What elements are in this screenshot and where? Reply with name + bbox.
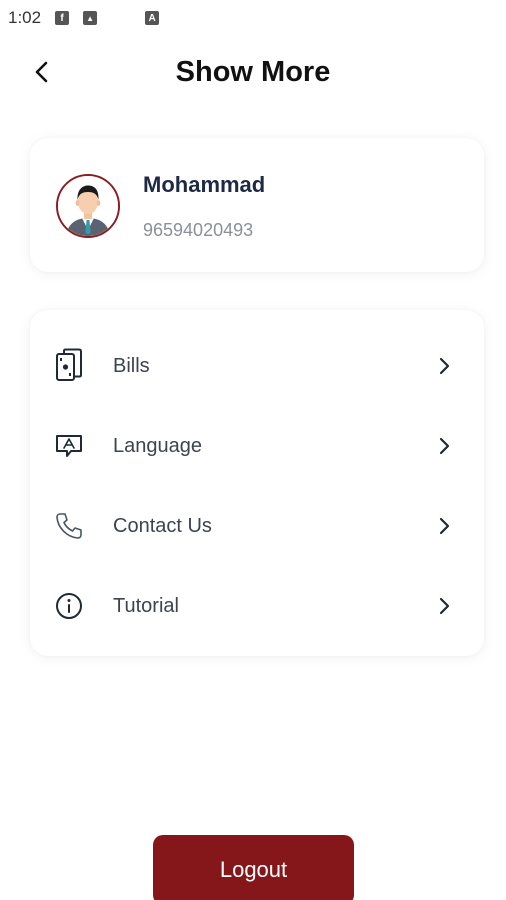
logout-label: Logout <box>219 857 288 882</box>
a-box-icon: A <box>145 11 160 25</box>
phone-icon <box>52 509 86 543</box>
facebook-icon: f <box>55 11 70 25</box>
user-avatar-icon <box>58 176 118 236</box>
menu-item-bills[interactable]: Bills <box>30 336 484 396</box>
menu-label-tutorial: Tutorial <box>113 594 179 617</box>
bills-icon <box>52 348 86 383</box>
menu-card: Bills Language Contact Us Tutorial <box>30 310 484 656</box>
chevron-right-icon <box>434 516 454 536</box>
profile-card[interactable]: Mohammad 96594020493 <box>30 138 484 272</box>
status-time: 1:02 <box>8 8 42 27</box>
profile-name: Mohammad <box>143 172 266 197</box>
chevron-right-icon <box>434 356 454 376</box>
menu-label-language: Language <box>113 434 202 457</box>
page-title: Show More <box>175 56 331 88</box>
info-icon <box>52 589 86 623</box>
chevron-right-icon <box>434 436 454 456</box>
menu-item-contact-us[interactable]: Contact Us <box>30 496 484 556</box>
profile-phone: 96594020493 <box>143 220 254 240</box>
avatar <box>56 174 120 238</box>
status-bar: 1:02 f ▲ A <box>0 0 506 36</box>
logout-button[interactable]: Logout <box>153 835 354 900</box>
menu-item-language[interactable]: Language <box>30 416 484 476</box>
header: Show More <box>0 46 506 102</box>
menu-label-bills: Bills <box>113 354 150 377</box>
chevron-right-icon <box>434 596 454 616</box>
image-icon: ▲ <box>83 11 98 25</box>
language-icon <box>52 429 86 463</box>
menu-label-contact-us: Contact Us <box>113 514 212 537</box>
menu-item-tutorial[interactable]: Tutorial <box>30 576 484 636</box>
